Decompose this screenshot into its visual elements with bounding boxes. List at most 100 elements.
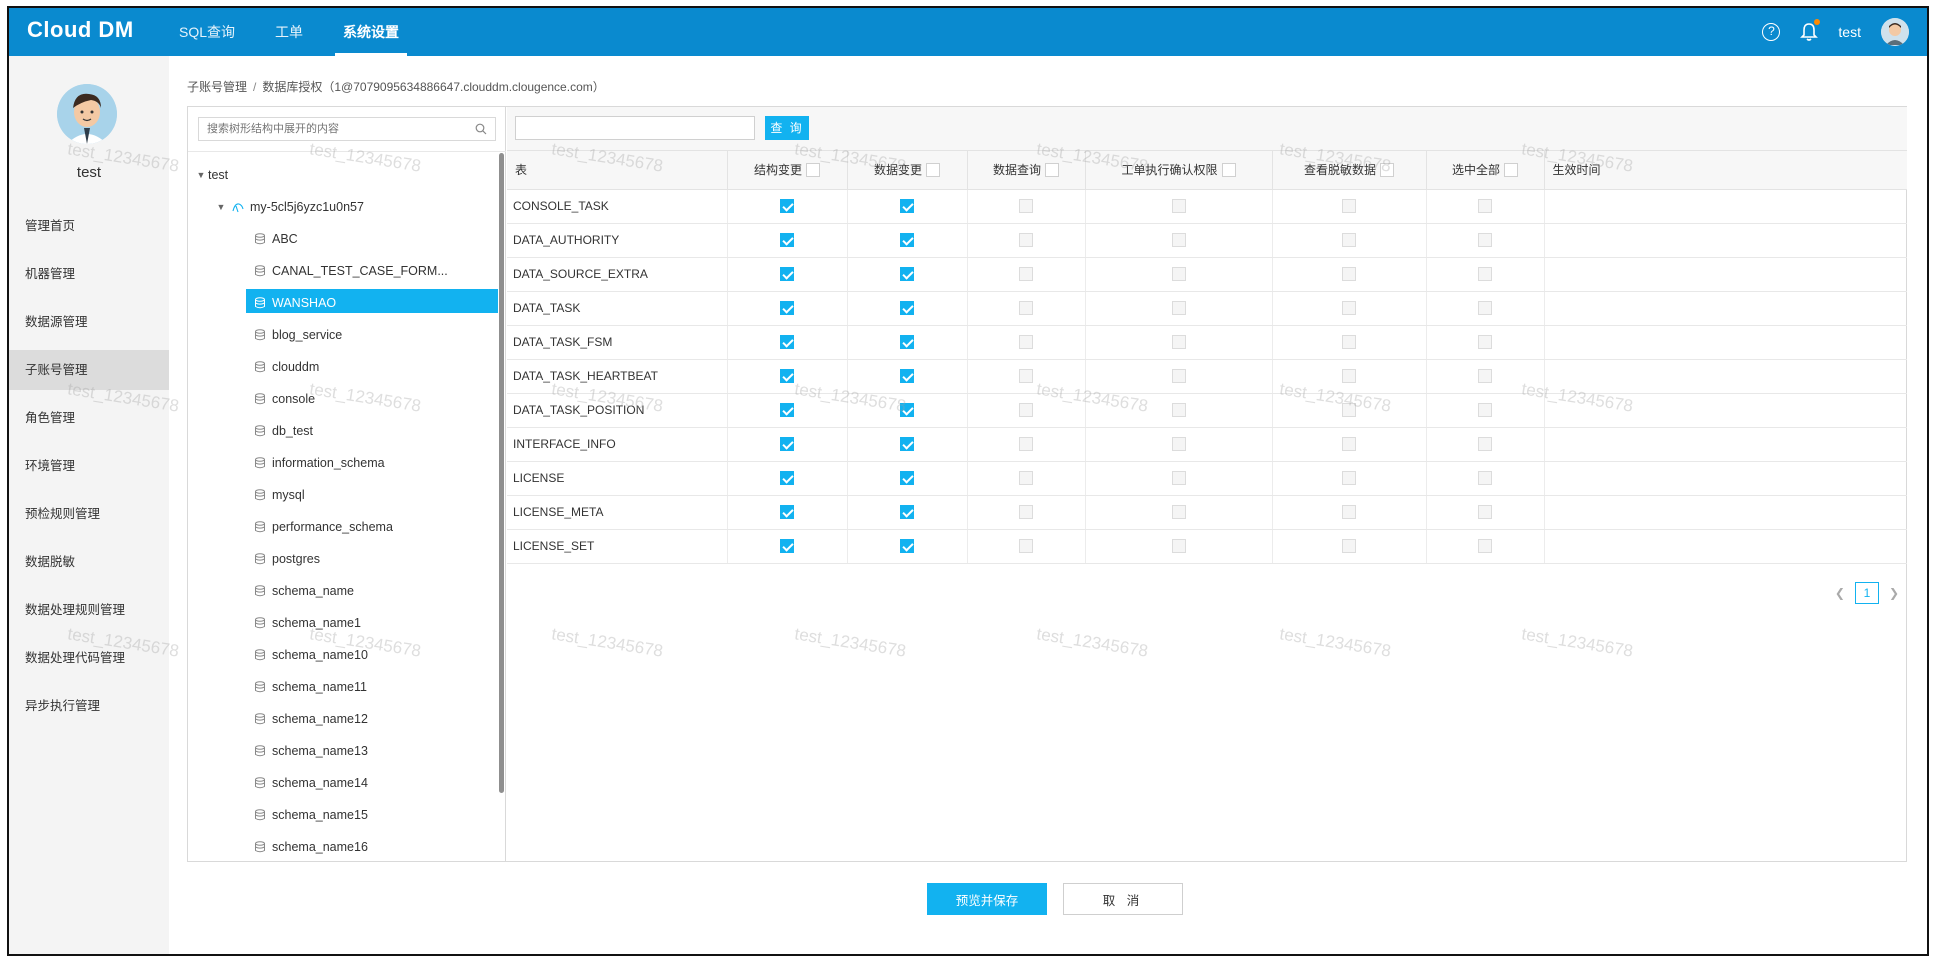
permission-checkbox[interactable] [900,539,914,554]
permission-checkbox[interactable] [1342,335,1356,350]
tree-database-item[interactable]: console [188,383,498,415]
permission-checkbox[interactable] [1019,471,1033,486]
permission-checkbox[interactable] [1019,403,1033,418]
nav-system-settings[interactable]: 系统设置 [323,8,419,56]
sidebar-item-precheck-rules[interactable]: 预检规则管理 [9,494,169,534]
nav-sql-query[interactable]: SQL查询 [159,8,255,56]
permission-checkbox[interactable] [1019,335,1033,350]
permission-checkbox[interactable] [1171,437,1186,452]
sidebar-item-async-exec[interactable]: 异步执行管理 [9,686,169,726]
permission-checkbox[interactable] [780,471,794,486]
permission-checkbox[interactable] [900,471,914,486]
permission-checkbox[interactable] [1019,233,1033,248]
tree-database-item[interactable]: blog_service [188,319,498,351]
nav-tickets[interactable]: 工单 [255,8,323,56]
tree-database-item[interactable]: information_schema [188,447,498,479]
tree-database-item[interactable]: db_test [188,415,498,447]
tree-database-item[interactable]: clouddm [188,351,498,383]
bell-icon[interactable] [1800,19,1821,42]
tree-database-item[interactable]: schema_name [188,575,498,607]
permission-checkbox[interactable] [1478,267,1492,282]
permission-checkbox[interactable] [1171,199,1186,214]
tree-search-box[interactable] [198,117,496,141]
tree-database-item[interactable]: schema_name15 [188,799,498,831]
top-avatar[interactable] [1881,18,1909,46]
permission-checkbox[interactable] [900,369,914,384]
permission-checkbox[interactable] [780,437,794,452]
tree-database-item[interactable]: schema_name12 [188,703,498,735]
permission-checkbox[interactable] [1171,369,1186,384]
permission-checkbox[interactable] [780,267,794,282]
tree-database-item[interactable]: schema_name11 [188,671,498,703]
permission-checkbox[interactable] [1171,505,1186,520]
permission-checkbox[interactable] [780,301,794,316]
permission-checkbox[interactable] [1171,301,1186,316]
permission-checkbox[interactable] [1171,403,1186,418]
permission-checkbox[interactable] [1342,233,1356,248]
permission-checkbox[interactable] [900,403,914,418]
permission-checkbox[interactable] [1342,301,1356,316]
app-logo[interactable]: Cloud DM [27,17,134,43]
search-icon[interactable] [475,123,487,135]
caret-down-icon[interactable]: ▼ [194,161,208,189]
permission-checkbox[interactable] [1019,369,1033,384]
permission-checkbox[interactable] [780,505,794,520]
tree-scrollbar[interactable] [499,153,504,793]
permission-checkbox[interactable] [1171,335,1186,350]
tree-database-item[interactable]: schema_name13 [188,735,498,767]
permission-checkbox[interactable] [1478,403,1492,418]
select-all-checkbox[interactable] [1045,162,1059,177]
query-button[interactable]: 查 询 [765,116,809,140]
preview-save-button[interactable]: 预览并保存 [927,883,1047,915]
table-filter-input[interactable] [515,116,755,140]
tree-node-instance[interactable]: ▼ my-5cl5j6yzc1u0n57 [188,191,498,223]
permission-checkbox[interactable] [900,267,914,282]
permission-checkbox[interactable] [1478,539,1492,554]
tree-database-item[interactable]: mysql [188,479,498,511]
sidebar-item-roles[interactable]: 角色管理 [9,398,169,438]
tree-search-input[interactable] [199,118,459,140]
tree-database-item[interactable]: WANSHAO [188,287,498,319]
permission-checkbox[interactable] [780,369,794,384]
permission-checkbox[interactable] [1342,437,1356,452]
permission-checkbox[interactable] [1019,437,1033,452]
sidebar-item-processing-rules[interactable]: 数据处理规则管理 [9,590,169,630]
sidebar-item-subaccounts[interactable]: 子账号管理 [9,350,169,390]
permission-checkbox[interactable] [1478,301,1492,316]
permission-checkbox[interactable] [1342,369,1356,384]
sidebar-item-processing-code[interactable]: 数据处理代码管理 [9,638,169,678]
permission-checkbox[interactable] [1171,267,1186,282]
breadcrumb-parent[interactable]: 子账号管理 [187,80,247,94]
permission-checkbox[interactable] [1342,403,1356,418]
tree-database-item[interactable]: CANAL_TEST_CASE_FORM... [188,255,498,287]
permission-checkbox[interactable] [1342,471,1356,486]
page-number[interactable]: 1 [1854,582,1879,604]
permission-checkbox[interactable] [1019,301,1033,316]
top-username[interactable]: test [1838,24,1861,40]
select-all-checkbox[interactable] [1504,162,1518,177]
sidebar-item-environments[interactable]: 环境管理 [9,446,169,486]
permission-checkbox[interactable] [780,199,794,214]
permission-checkbox[interactable] [1478,199,1492,214]
permission-checkbox[interactable] [1019,505,1033,520]
select-all-checkbox[interactable] [806,162,820,177]
permission-checkbox[interactable] [900,199,914,214]
permission-checkbox[interactable] [900,505,914,520]
permission-checkbox[interactable] [1478,335,1492,350]
sidebar-item-datasources[interactable]: 数据源管理 [9,302,169,342]
permission-checkbox[interactable] [1478,369,1492,384]
permission-checkbox[interactable] [1019,539,1033,554]
tree-database-item[interactable]: ABC [188,223,498,255]
permission-checkbox[interactable] [1478,233,1492,248]
prev-page-icon[interactable]: ❮ [1835,586,1845,600]
tree-database-item[interactable]: postgres [188,543,498,575]
permission-checkbox[interactable] [1342,199,1356,214]
permission-checkbox[interactable] [1478,437,1492,452]
tree-database-item[interactable]: schema_name10 [188,639,498,671]
select-all-checkbox[interactable] [1221,162,1236,177]
next-page-icon[interactable]: ❯ [1889,586,1899,600]
permission-checkbox[interactable] [1342,267,1356,282]
permission-checkbox[interactable] [900,233,914,248]
sidebar-item-home[interactable]: 管理首页 [9,206,169,246]
permission-checkbox[interactable] [1171,539,1186,554]
